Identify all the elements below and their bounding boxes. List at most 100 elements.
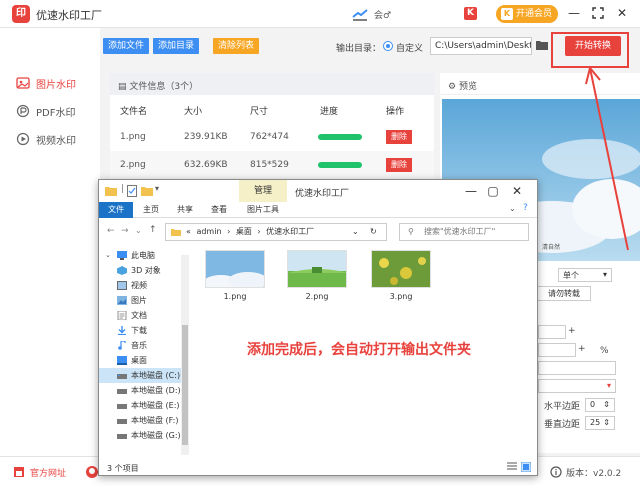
- tab-picture-tools[interactable]: 图片工具: [241, 202, 285, 218]
- close-icon[interactable]: ✕: [509, 183, 525, 199]
- vip-button[interactable]: K 开通会员: [496, 5, 558, 23]
- custom-radio[interactable]: [383, 41, 393, 51]
- delete-button[interactable]: 删除: [386, 130, 412, 144]
- forward-icon[interactable]: →: [121, 226, 129, 236]
- maximize-icon[interactable]: ▢: [485, 183, 501, 199]
- tree-item-3d-objects[interactable]: 3D 对象: [99, 263, 189, 278]
- v-margin-label: 垂直边距: [544, 420, 581, 430]
- refresh-icon[interactable]: ↻: [370, 224, 377, 240]
- percent-input[interactable]: [538, 343, 576, 357]
- gear-icon: ⚙: [448, 82, 459, 92]
- properties-icon[interactable]: [127, 185, 137, 197]
- no-repost-button[interactable]: 请勿转载: [537, 286, 591, 301]
- file-list-icon: ▤: [118, 82, 130, 92]
- folder-icon[interactable]: [536, 40, 548, 50]
- new-folder-icon[interactable]: [141, 185, 153, 197]
- version-text: 版本：v2.0.2: [566, 469, 622, 479]
- option-select[interactable]: [538, 361, 616, 375]
- tree-item-documents[interactable]: 文档: [99, 308, 189, 323]
- table-row[interactable]: 1.png 239.91KB 762*474 删除: [110, 123, 434, 151]
- tree-scrollbar[interactable]: [181, 255, 189, 455]
- back-icon[interactable]: ←: [107, 226, 115, 236]
- app-logo-icon: 印: [12, 5, 30, 23]
- tab-home[interactable]: 主页: [137, 202, 165, 218]
- file-thumbnail[interactable]: [205, 250, 265, 288]
- help-icon[interactable]: ?: [523, 203, 528, 213]
- preview-watermark: 清自然: [542, 243, 560, 251]
- recent-dropdown-icon[interactable]: ⌄: [135, 226, 142, 235]
- add-file-button[interactable]: 添加文件: [103, 38, 149, 54]
- address-dropdown-icon[interactable]: ⌄: [352, 224, 359, 240]
- up-icon[interactable]: ↑: [149, 225, 157, 235]
- support-icon[interactable]: [85, 465, 99, 479]
- size-input[interactable]: [538, 325, 566, 339]
- sidebar-item-pdf-watermark[interactable]: PDF水印: [0, 100, 100, 122]
- ribbon-tabs: 文件 主页 共享 查看 图片工具 ⌄ ?: [99, 202, 537, 218]
- home-icon: [14, 467, 24, 477]
- promo-icon[interactable]: K: [464, 7, 477, 20]
- tab-share[interactable]: 共享: [171, 202, 199, 218]
- tree-item-drive-e[interactable]: 本地磁盘 (E:): [99, 398, 189, 413]
- tree-item-desktop[interactable]: 桌面: [99, 353, 189, 368]
- tab-file[interactable]: 文件: [99, 202, 133, 218]
- output-path-input[interactable]: C:\Users\admin\Deskto: [430, 37, 532, 55]
- tab-view[interactable]: 查看: [205, 202, 233, 218]
- clear-list-button[interactable]: 清除列表: [213, 38, 259, 54]
- table-row[interactable]: 2.png 632.69KB 815*529 删除: [110, 151, 434, 179]
- custom-radio-label: 自定义: [396, 44, 424, 54]
- single-select[interactable]: 单个 ▾: [558, 268, 612, 282]
- documents-folder-icon: [117, 311, 127, 320]
- quick-access-dropdown-icon[interactable]: ▾: [155, 184, 159, 193]
- address-row: ← → ⌄ ↑ « admin › 桌面 › 优速水印工厂 ⌄ ↻ ⚲ 搜索"优…: [99, 220, 537, 244]
- tree-item-downloads[interactable]: 下载: [99, 323, 189, 338]
- add-directory-button[interactable]: 添加目录: [153, 38, 199, 54]
- details-view-icon[interactable]: [507, 462, 517, 472]
- sidebar-item-video-watermark[interactable]: 视频水印: [0, 128, 100, 150]
- start-convert-button[interactable]: 开始转换: [565, 36, 621, 56]
- file-thumbnail[interactable]: [287, 250, 347, 288]
- search-input[interactable]: ⚲ 搜索"优速水印工厂": [399, 223, 529, 241]
- pictures-folder-icon: [117, 296, 127, 305]
- drive-icon: [117, 404, 127, 409]
- preview-header: ⚙ 预览: [440, 73, 640, 95]
- minimize-icon[interactable]: —: [566, 5, 582, 21]
- collapse-icon[interactable]: ⌄: [105, 248, 111, 263]
- ribbon-expand-icon[interactable]: ⌄: [509, 204, 516, 213]
- table-header-row: 文件名 大小 尺寸 进度 操作: [120, 107, 405, 117]
- address-bar[interactable]: « admin › 桌面 › 优速水印工厂 ⌄ ↻: [165, 223, 387, 241]
- v-margin-input[interactable]: 25 ⇕: [585, 416, 615, 430]
- sidebar-item-image-watermark[interactable]: 图片水印: [0, 72, 100, 94]
- scrollbar-thumb[interactable]: [182, 325, 188, 445]
- tree-item-videos[interactable]: 视频: [99, 278, 189, 293]
- position-select[interactable]: ▾: [538, 379, 616, 393]
- explorer-title: 优速水印工厂: [295, 189, 350, 199]
- large-icons-view-icon[interactable]: [521, 462, 531, 472]
- tab-manage[interactable]: 管理: [239, 180, 287, 202]
- tree-item-drive-c[interactable]: 本地磁盘 (C:): [99, 368, 189, 383]
- file-name: 3.png: [389, 292, 413, 301]
- tree-item-drive-f[interactable]: 本地磁盘 (F:): [99, 413, 189, 428]
- close-icon[interactable]: ✕: [614, 5, 630, 21]
- plus-icon[interactable]: +: [578, 344, 586, 354]
- delete-button[interactable]: 删除: [386, 158, 412, 172]
- maximize-icon[interactable]: [590, 5, 606, 21]
- tree-item-this-pc[interactable]: ⌄ 此电脑: [99, 248, 189, 263]
- account-text[interactable]: 会♂: [374, 8, 391, 21]
- computer-icon: [117, 251, 127, 260]
- file-name: 2.png: [305, 292, 329, 301]
- tree-item-pictures[interactable]: 图片: [99, 293, 189, 308]
- headset-icon[interactable]: [352, 7, 368, 21]
- sidebar-item-label: 视频水印: [36, 136, 76, 147]
- sidebar-item-label: 图片水印: [36, 80, 76, 91]
- percent-sign: %: [600, 346, 609, 356]
- tree-item-drive-g[interactable]: 本地磁盘 (G:): [99, 428, 189, 443]
- tree-item-drive-d[interactable]: 本地磁盘 (D:): [99, 383, 189, 398]
- plus-icon[interactable]: +: [568, 326, 576, 336]
- tree-item-music[interactable]: 音乐: [99, 338, 189, 353]
- output-dir-label: 输出目录：: [336, 44, 382, 54]
- cube-icon: [117, 266, 127, 275]
- minimize-icon[interactable]: —: [463, 183, 479, 199]
- file-thumbnail[interactable]: [371, 250, 431, 288]
- official-site-link[interactable]: 官方网址: [30, 466, 66, 479]
- h-margin-input[interactable]: 0 ⇕: [585, 398, 615, 412]
